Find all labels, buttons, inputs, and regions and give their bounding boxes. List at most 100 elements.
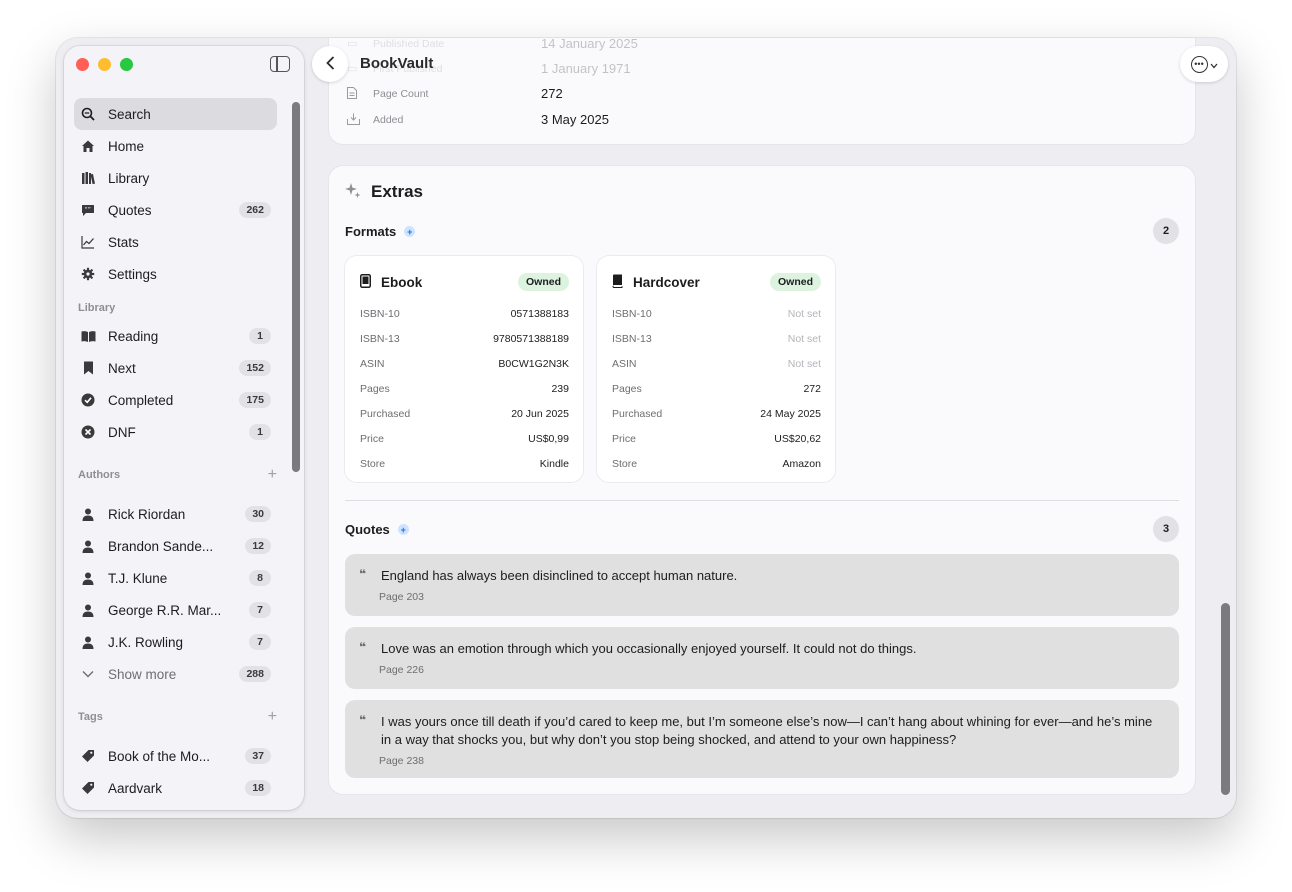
sidebar-item-search[interactable]: Search xyxy=(74,98,277,130)
sidebar-item-label: Next xyxy=(108,360,136,376)
chart-icon xyxy=(80,234,96,250)
field-label: Pages xyxy=(360,382,390,395)
count-badge: 1 xyxy=(249,328,271,344)
sidebar-item-reading[interactable]: Reading 1 xyxy=(74,320,277,352)
quote-text: England has always been disinclined to a… xyxy=(381,568,738,583)
sidebar-item-next[interactable]: Next 152 xyxy=(74,352,277,384)
calendar-icon: ▭ xyxy=(347,62,358,75)
sidebar-item-show-more[interactable]: Show more 288 xyxy=(74,658,277,690)
sidebar: Search Home Library “” Quotes 262 Stats … xyxy=(64,46,304,810)
sidebar-item-dnf[interactable]: DNF 1 xyxy=(74,416,277,448)
minimize-window-button[interactable] xyxy=(98,58,111,71)
field-value: Amazon xyxy=(782,457,821,470)
person-icon xyxy=(80,538,96,554)
detail-label: Published Date xyxy=(373,38,445,50)
sidebar-item-author[interactable]: J.K. Rowling 7 xyxy=(74,626,277,658)
format-field: Purchased 24 May 2025 xyxy=(612,401,821,426)
sidebar-item-label: Rick Riordan xyxy=(108,506,186,522)
library-icon xyxy=(80,170,96,186)
count-badge: 1 xyxy=(249,424,271,440)
x-circle-icon xyxy=(80,424,96,440)
close-window-button[interactable] xyxy=(76,58,89,71)
field-label: Store xyxy=(360,457,386,470)
format-card-ebook[interactable]: Ebook Owned ISBN-10 0571388183 ISBN-13 978… xyxy=(345,256,583,482)
format-field: ISBN-13 9780571388189 xyxy=(360,326,569,351)
sidebar-item-library[interactable]: Library xyxy=(74,162,277,194)
sidebar-item-settings[interactable]: Settings xyxy=(74,258,277,290)
sidebar-item-label: J.K. Rowling xyxy=(108,634,184,650)
quote-item[interactable]: ❝ England has always been disinclined to… xyxy=(345,554,1179,616)
quote-mark-icon: ❝ xyxy=(359,640,367,654)
detail-row: Page Count 272 xyxy=(347,86,563,101)
add-format-icon[interactable]: + xyxy=(404,226,416,237)
sidebar-toggle-icon[interactable] xyxy=(270,56,290,72)
extras-heading: Extras xyxy=(371,182,423,201)
details-card: ▭ Published Date 14 January 2025 ▭ First… xyxy=(329,38,1195,144)
app-window: Search Home Library “” Quotes 262 Stats … xyxy=(56,38,1236,818)
field-value: 0571388183 xyxy=(510,307,569,320)
format-name: Hardcover xyxy=(633,274,700,290)
sidebar-item-tag[interactable]: Aardvark 18 xyxy=(74,772,277,804)
sidebar-item-label: Settings xyxy=(108,266,157,282)
field-value: Not set xyxy=(787,332,821,345)
sidebar-item-label: Show more xyxy=(108,666,177,682)
formats-count: 2 xyxy=(1153,218,1179,244)
format-field: Pages 239 xyxy=(360,376,569,401)
count-badge: 37 xyxy=(245,748,271,764)
field-label: ISBN-13 xyxy=(360,332,400,345)
field-value: 20 Jun 2025 xyxy=(511,407,569,420)
detail-value: 272 xyxy=(541,86,563,101)
field-value: US$0,99 xyxy=(528,432,569,445)
sidebar-item-home[interactable]: Home xyxy=(74,130,277,162)
quote-mark-icon: ❝ xyxy=(359,713,367,727)
sidebar-item-stats[interactable]: Stats xyxy=(74,226,277,258)
quote-text: Love was an emotion through which you oc… xyxy=(381,641,917,656)
field-label: ISBN-10 xyxy=(360,307,400,320)
sidebar-item-quotes[interactable]: “” Quotes 262 xyxy=(74,194,277,226)
extras-title: Extras xyxy=(345,182,423,202)
format-card-hardcover[interactable]: Hardcover Owned ISBN-10 Not set ISBN-13 No… xyxy=(597,256,835,482)
sidebar-item-label: Book of the Mo... xyxy=(108,748,211,764)
field-label: Purchased xyxy=(360,407,411,420)
field-label: Pages xyxy=(612,382,642,395)
sidebar-scrollbar[interactable] xyxy=(292,102,300,472)
zoom-window-button[interactable] xyxy=(120,58,133,71)
format-header: Hardcover Owned xyxy=(612,272,821,292)
add-tag-icon[interactable]: + xyxy=(268,708,277,726)
format-field: Purchased 20 Jun 2025 xyxy=(360,401,569,426)
tag-icon xyxy=(80,780,96,796)
sidebar-item-author[interactable]: Rick Riordan 30 xyxy=(74,498,277,530)
count-badge: 288 xyxy=(239,666,271,682)
quote-page: Page 226 xyxy=(379,664,424,676)
bookmark-icon xyxy=(80,360,96,376)
main-scrollbar[interactable] xyxy=(1221,603,1230,795)
field-value: 24 May 2025 xyxy=(760,407,821,420)
quote-item[interactable]: ❝ I was yours once till death if you’d c… xyxy=(345,700,1179,778)
field-label: ASIN xyxy=(612,357,637,370)
quotes-label: Quotes xyxy=(345,522,390,537)
field-label: Price xyxy=(360,432,384,445)
sidebar-item-tag[interactable]: Book of the Mo... 37 xyxy=(74,740,277,772)
sidebar-item-label: Reading xyxy=(108,328,159,344)
quote-text: I was yours once till death if you’d car… xyxy=(381,714,1153,747)
format-field: ISBN-10 Not set xyxy=(612,301,821,326)
field-label: ISBN-10 xyxy=(612,307,652,320)
sidebar-item-author[interactable]: T.J. Klune 8 xyxy=(74,562,277,594)
sidebar-item-author[interactable]: George R.R. Mar... 7 xyxy=(74,594,277,626)
sidebar-item-author[interactable]: Brandon Sande... 12 xyxy=(74,530,277,562)
back-button[interactable] xyxy=(312,46,348,82)
more-options-button[interactable]: ••• xyxy=(1180,46,1228,82)
field-value: 239 xyxy=(551,382,569,395)
section-title-tags: Tags + xyxy=(74,704,277,730)
field-label: ASIN xyxy=(360,357,385,370)
home-icon xyxy=(80,138,96,154)
quote-item[interactable]: ❝ Love was an emotion through which you … xyxy=(345,627,1179,689)
count-badge: 12 xyxy=(245,538,271,554)
person-icon xyxy=(80,634,96,650)
add-author-icon[interactable]: + xyxy=(268,466,277,484)
sidebar-item-completed[interactable]: Completed 175 xyxy=(74,384,277,416)
add-quote-icon[interactable]: + xyxy=(397,524,409,535)
tag-icon xyxy=(80,748,96,764)
field-value: B0CW1G2N3K xyxy=(498,357,569,370)
chevron-down-icon xyxy=(1210,57,1218,72)
